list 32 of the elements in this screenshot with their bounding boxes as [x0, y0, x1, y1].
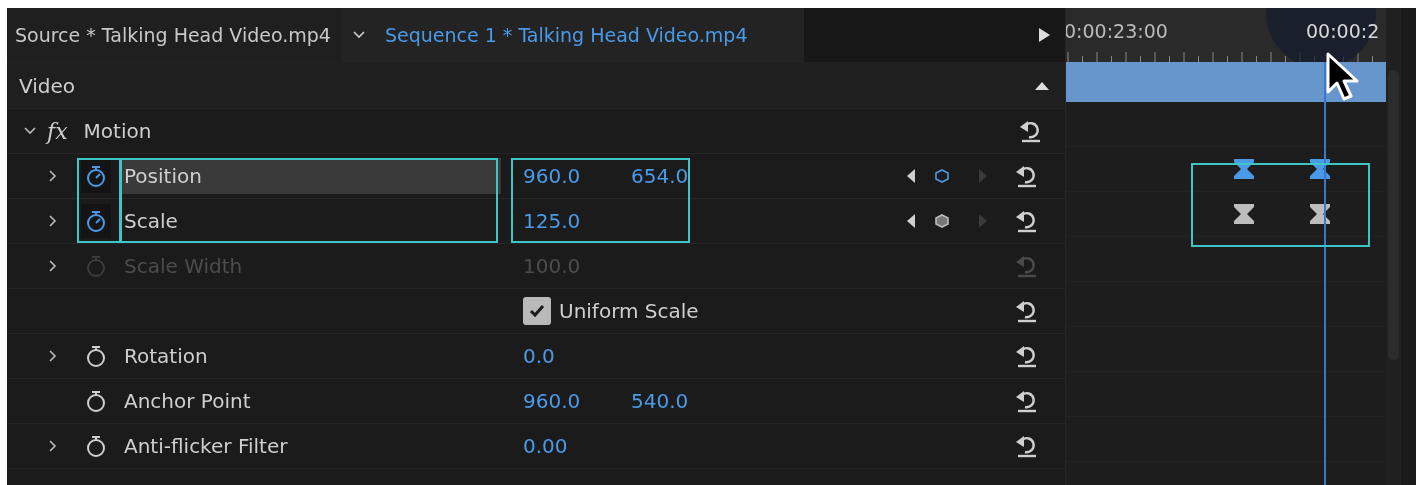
scrollbar[interactable] — [1386, 8, 1401, 485]
stopwatch-icon[interactable] — [81, 159, 111, 193]
panel-tab[interactable]: Source * Talking Head Video.mp4 — [7, 8, 341, 62]
keyframe-icon[interactable] — [1233, 158, 1255, 180]
keyframe-navigator-icon[interactable] — [905, 166, 989, 186]
fx-label: fx — [47, 118, 68, 144]
property-value[interactable]: 960.0 — [523, 389, 631, 413]
keyframe-navigator-icon[interactable] — [905, 211, 989, 231]
timecode: 0:00:23:00 — [1066, 20, 1168, 42]
property-name: Anchor Point — [123, 388, 252, 415]
property-value[interactable]: 540.0 — [631, 389, 739, 413]
property-name: Position — [119, 158, 501, 194]
property-name: Anti-flicker Filter — [123, 433, 289, 460]
checkbox-label: Uniform Scale — [559, 299, 699, 323]
property-value[interactable]: 960.0 — [523, 164, 631, 188]
effect-name: Motion — [83, 119, 153, 143]
property-value[interactable]: 654.0 — [631, 164, 739, 188]
play-icon[interactable] — [1037, 27, 1051, 43]
property-value[interactable]: 125.0 — [523, 209, 631, 233]
keyframe-icon[interactable] — [1233, 203, 1255, 225]
checkmark-icon — [528, 302, 546, 320]
timecode: 00:00:2 — [1306, 20, 1380, 42]
stopwatch-icon[interactable] — [81, 204, 111, 238]
property-name: Rotation — [123, 343, 209, 370]
clip-bar[interactable] — [1066, 62, 1386, 102]
checkbox[interactable] — [523, 297, 551, 325]
property-value[interactable]: 0.00 — [523, 434, 631, 458]
section-header: Video — [19, 73, 76, 98]
panel-tab[interactable]: Sequence 1 * Talking Head Video.mp4 — [376, 8, 804, 62]
property-name: Scale — [123, 208, 179, 235]
time-ruler[interactable]: 0:00:23:00 00:00:2 — [1066, 8, 1386, 62]
property-value[interactable]: 0.0 — [523, 344, 631, 368]
